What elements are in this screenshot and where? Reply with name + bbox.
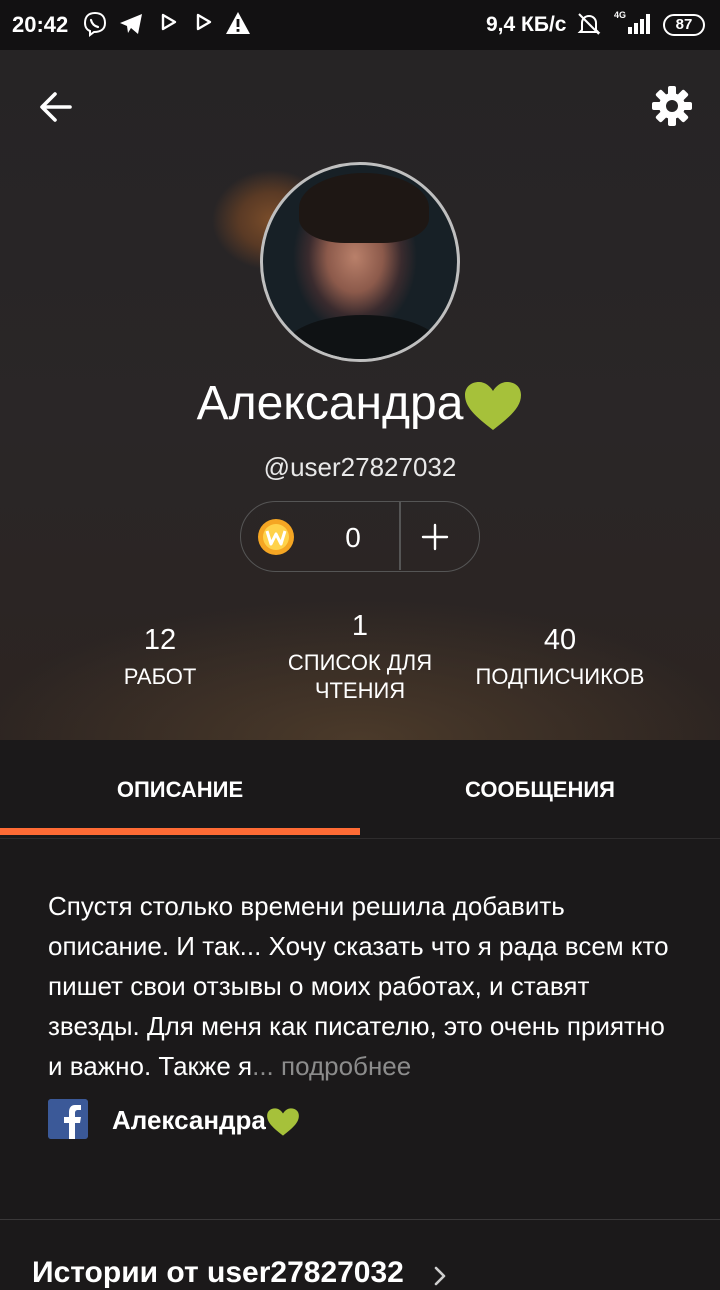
read-more-link[interactable]: подробнее bbox=[281, 1051, 411, 1081]
coin-divider bbox=[399, 502, 401, 570]
battery-icon: 87 bbox=[663, 14, 705, 36]
stories-section-title[interactable]: Истории от user27827032 bbox=[32, 1256, 404, 1290]
profile-name-text: Александра bbox=[196, 377, 464, 430]
avatar[interactable] bbox=[260, 162, 460, 362]
works-label: РАБОТ bbox=[123, 664, 197, 689]
facebook-name: Александра bbox=[112, 1105, 300, 1137]
facebook-name-text: Александра bbox=[112, 1105, 266, 1135]
reading-lists-count: 1 bbox=[351, 610, 369, 642]
back-arrow-icon[interactable] bbox=[34, 84, 80, 130]
works-count: 12 bbox=[143, 624, 177, 656]
section-divider bbox=[0, 1219, 720, 1220]
coin-icon bbox=[258, 519, 294, 555]
coin-balance: 0 bbox=[240, 501, 480, 572]
chevron-right-icon[interactable] bbox=[432, 1264, 448, 1288]
warning-icon bbox=[226, 12, 250, 34]
active-tab-indicator bbox=[0, 828, 360, 835]
telegram-icon bbox=[120, 14, 142, 34]
status-time: 20:42 bbox=[12, 12, 69, 37]
green-heart-icon bbox=[465, 382, 522, 431]
status-bar: 20:42 9,4 КБ/с 4G 87 bbox=[0, 0, 720, 50]
tab-messages[interactable]: СООБЩЕНИЯ bbox=[360, 740, 720, 838]
avatar-hair bbox=[299, 173, 429, 243]
profile-description: Спустя столько времени решила добавить о… bbox=[48, 886, 678, 1086]
facebook-icon bbox=[48, 1099, 88, 1139]
settings-gear-icon[interactable] bbox=[648, 82, 696, 130]
coin-count: 0 bbox=[345, 522, 361, 553]
description-ellipsis: ... bbox=[252, 1051, 281, 1081]
profile-tabs: ОПИСАНИЕ СООБЩЕНИЯ bbox=[0, 740, 720, 839]
play-icon bbox=[196, 13, 212, 31]
play-icon bbox=[161, 13, 177, 31]
followers-label: ПОДПИСЧИКОВ bbox=[475, 664, 645, 689]
followers-count: 40 bbox=[543, 624, 577, 656]
reading-lists-label-line1: СПИСОК ДЛЯ bbox=[287, 650, 433, 675]
stat-works[interactable]: 12 РАБОТ bbox=[80, 624, 240, 691]
viber-icon bbox=[83, 11, 107, 37]
profile-name: Александра bbox=[0, 376, 720, 432]
add-coins-plus-icon[interactable] bbox=[412, 514, 458, 560]
stat-followers[interactable]: 40 ПОДПИСЧИКОВ bbox=[460, 624, 660, 691]
profile-header: Александра @user27827032 0 12 РАБОТ 1 СП… bbox=[0, 50, 720, 740]
network-speed: 9,4 КБ/с bbox=[486, 13, 567, 36]
stat-reading-lists[interactable]: 1 СПИСОК ДЛЯ ЧТЕНИЯ bbox=[265, 610, 455, 705]
tab-description[interactable]: ОПИСАНИЕ bbox=[0, 740, 360, 838]
bell-off-icon bbox=[577, 13, 601, 35]
green-heart-icon bbox=[267, 1108, 299, 1136]
avatar-shirt bbox=[283, 315, 443, 359]
reading-lists-label-line2: ЧТЕНИЯ bbox=[314, 678, 406, 703]
signal-icon bbox=[628, 14, 650, 34]
profile-handle: @user27827032 bbox=[263, 452, 457, 482]
